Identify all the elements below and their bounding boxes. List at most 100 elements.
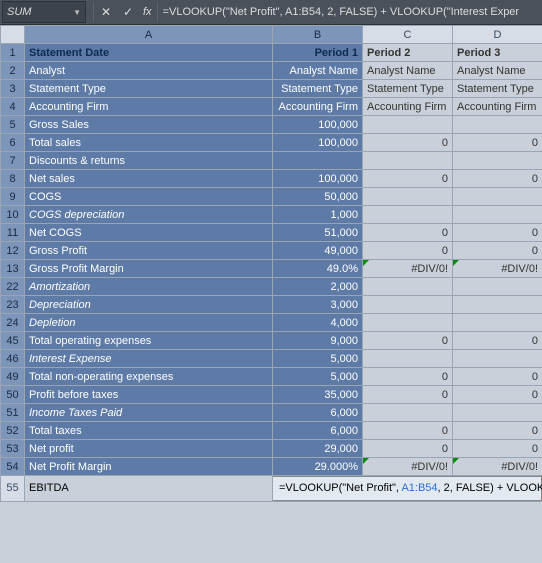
cell[interactable]: 0 [363,134,453,152]
cell[interactable]: COGS [25,188,273,206]
cell[interactable]: Accounting Firm [363,98,453,116]
col-header-d[interactable]: D [453,26,542,44]
row-header[interactable]: 10 [1,206,25,224]
cell[interactable]: 29,000 [273,440,363,458]
cell[interactable]: Accounting Firm [453,98,542,116]
cell[interactable]: Statement Type [25,80,273,98]
cell[interactable]: 50,000 [273,188,363,206]
cell[interactable]: 100,000 [273,116,363,134]
cell[interactable] [453,314,542,332]
col-header-b[interactable]: B [273,26,363,44]
cell[interactable] [363,206,453,224]
cell[interactable]: 1,000 [273,206,363,224]
cell[interactable]: Period 2 [363,44,453,62]
select-all-corner[interactable] [1,26,25,44]
row-header[interactable]: 49 [1,368,25,386]
cell[interactable]: Income Taxes Paid [25,404,273,422]
row-header[interactable]: 9 [1,188,25,206]
row-header[interactable]: 7 [1,152,25,170]
cell[interactable]: 6,000 [273,422,363,440]
cell[interactable]: Gross Profit Margin [25,260,273,278]
cell[interactable]: Gross Sales [25,116,273,134]
cell[interactable]: 5,000 [273,368,363,386]
cell[interactable]: Total non-operating expenses [25,368,273,386]
cell[interactable] [453,278,542,296]
cell[interactable]: 0 [363,170,453,188]
cell[interactable]: 49.0% [273,260,363,278]
cell[interactable] [363,188,453,206]
cell[interactable]: COGS depreciation [25,206,273,224]
cell[interactable]: #DIV/0! [363,458,453,476]
cell[interactable]: Statement Type [453,80,542,98]
cell[interactable]: 35,000 [273,386,363,404]
cancel-icon[interactable]: ✕ [95,2,117,22]
row-header[interactable]: 11 [1,224,25,242]
cell[interactable]: 29.000% [273,458,363,476]
cell[interactable] [363,350,453,368]
cell[interactable]: Analyst Name [273,62,363,80]
cell[interactable]: Net profit [25,440,273,458]
cell[interactable]: 0 [363,242,453,260]
cell[interactable]: Accounting Firm [25,98,273,116]
cell[interactable]: Period 3 [453,44,542,62]
row-header[interactable]: 8 [1,170,25,188]
cell[interactable]: 0 [453,368,542,386]
row-header[interactable]: 53 [1,440,25,458]
cell[interactable]: Accounting Firm [273,98,363,116]
cell[interactable]: 0 [453,332,542,350]
active-cell[interactable]: =VLOOKUP("Net Profit", A1:B54, 2, FALSE)… [273,476,542,502]
cell[interactable]: 0 [363,332,453,350]
cell[interactable] [453,116,542,134]
cell[interactable]: Total sales [25,134,273,152]
cell[interactable]: Statement Type [273,80,363,98]
cell[interactable] [363,152,453,170]
cell[interactable]: 0 [363,368,453,386]
row-header[interactable]: 46 [1,350,25,368]
cell[interactable]: 100,000 [273,134,363,152]
cell[interactable]: 6,000 [273,404,363,422]
cell[interactable]: 0 [453,440,542,458]
name-box[interactable]: SUM ▼ [2,1,86,23]
cell[interactable] [453,206,542,224]
row-header[interactable]: 5 [1,116,25,134]
row-header[interactable]: 45 [1,332,25,350]
cell[interactable]: Depletion [25,314,273,332]
row-header[interactable]: 23 [1,296,25,314]
cell[interactable]: #DIV/0! [453,458,542,476]
row-header[interactable]: 3 [1,80,25,98]
cell[interactable]: Discounts & returns [25,152,273,170]
cell[interactable] [363,314,453,332]
row-header[interactable]: 24 [1,314,25,332]
row-header[interactable]: 1 [1,44,25,62]
cell[interactable]: EBITDA [25,476,273,502]
cell[interactable]: Period 1 [273,44,363,62]
cell[interactable]: Net Profit Margin [25,458,273,476]
cell[interactable] [273,152,363,170]
cell[interactable]: 51,000 [273,224,363,242]
cell[interactable]: 49,000 [273,242,363,260]
cell[interactable] [363,278,453,296]
cell[interactable]: Net COGS [25,224,273,242]
cell[interactable]: 5,000 [273,350,363,368]
col-header-a[interactable]: A [25,26,273,44]
cell[interactable]: Total operating expenses [25,332,273,350]
cell[interactable]: 0 [453,224,542,242]
cell[interactable]: 100,000 [273,170,363,188]
cell[interactable]: 4,000 [273,314,363,332]
cell[interactable]: 3,000 [273,296,363,314]
cell[interactable]: 0 [453,422,542,440]
cell[interactable]: Profit before taxes [25,386,273,404]
cell[interactable]: 0 [363,224,453,242]
cell[interactable]: 2,000 [273,278,363,296]
cell[interactable] [453,404,542,422]
row-header[interactable]: 22 [1,278,25,296]
cell[interactable]: Statement Type [363,80,453,98]
cell[interactable]: Interest Expense [25,350,273,368]
row-header[interactable]: 13 [1,260,25,278]
row-header[interactable]: 55 [1,476,25,502]
cell[interactable]: Analyst Name [453,62,542,80]
cell[interactable]: Total taxes [25,422,273,440]
cell[interactable]: Statement Date [25,44,273,62]
cell[interactable]: 0 [363,440,453,458]
cell[interactable]: 0 [453,134,542,152]
